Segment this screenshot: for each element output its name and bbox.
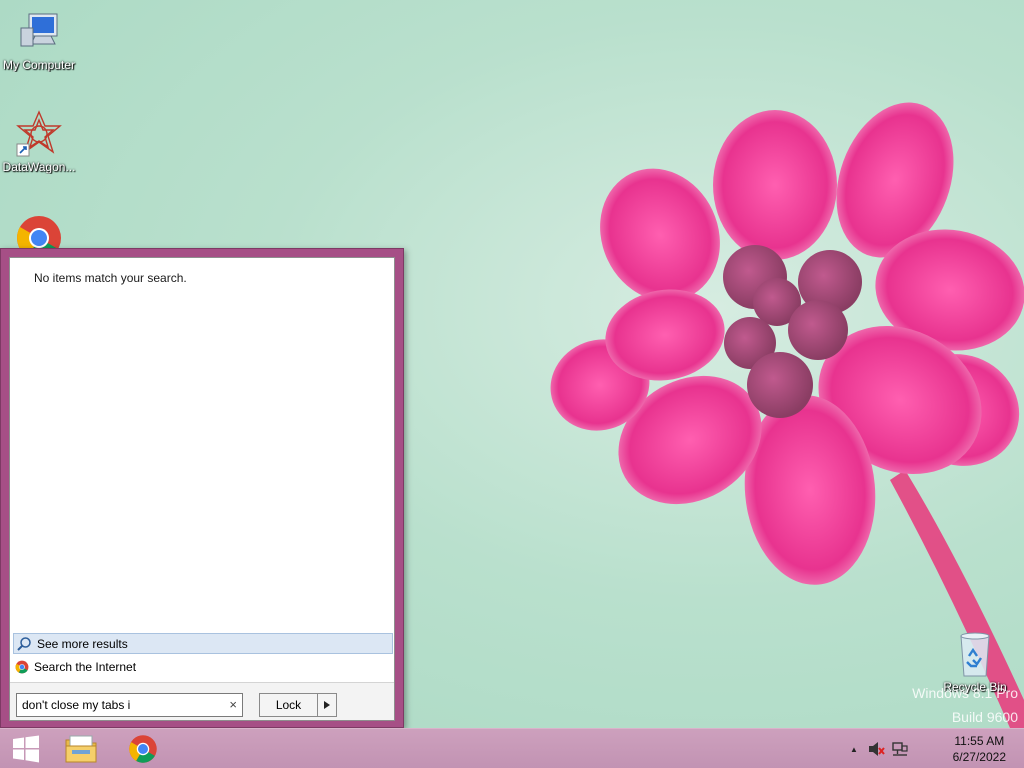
start-menu-panel: No items match your search. See more res… xyxy=(9,257,395,721)
chevron-right-icon xyxy=(324,701,330,709)
start-button[interactable] xyxy=(4,729,48,768)
start-icon xyxy=(13,735,39,763)
desktop-icon-label: My Computer xyxy=(2,58,76,72)
taskbar: ▲ 11:55 AM 6/27/2022 xyxy=(0,728,1024,768)
desktop-icon-label: DataWagon... xyxy=(2,160,76,174)
desktop-icon-datawagon[interactable]: DataWagon... xyxy=(0,110,78,174)
start-search-input[interactable] xyxy=(22,696,217,714)
no-results-message: No items match your search. xyxy=(34,271,187,285)
system-tray: ▲ xyxy=(850,729,908,768)
recycle-bin-icon xyxy=(960,632,990,677)
clear-search-icon[interactable]: × xyxy=(229,697,237,713)
os-watermark-edition: Windows 8.1 Pro xyxy=(912,685,1018,701)
computer-icon xyxy=(20,13,58,47)
power-options-arrow-button[interactable] xyxy=(317,693,337,717)
chrome-icon xyxy=(15,660,29,673)
see-more-results-item[interactable]: See more results xyxy=(13,633,393,654)
taskbar-chrome[interactable] xyxy=(120,729,166,768)
desktop-icon-my-computer[interactable]: My Computer xyxy=(0,8,78,72)
start-menu: No items match your search. See more res… xyxy=(0,248,404,728)
lock-button[interactable]: Lock xyxy=(259,693,318,717)
clock-time: 11:55 AM xyxy=(954,734,1005,748)
datawagon-icon xyxy=(16,110,62,157)
search-internet-label: Search the Internet xyxy=(34,659,137,674)
clock-date: 6/27/2022 xyxy=(952,750,1006,764)
taskbar-file-explorer[interactable] xyxy=(58,729,104,768)
show-hidden-icons-icon[interactable]: ▲ xyxy=(850,745,858,754)
search-internet-item[interactable]: Search the Internet xyxy=(13,656,393,677)
network-icon[interactable] xyxy=(892,741,908,757)
search-icon xyxy=(17,636,31,651)
see-more-results-label: See more results xyxy=(37,636,128,651)
volume-muted-icon[interactable] xyxy=(868,741,886,757)
chrome-icon xyxy=(129,735,157,763)
taskbar-clock[interactable]: 11:55 AM 6/27/2022 xyxy=(953,733,1006,765)
os-watermark-build: Build 9600 xyxy=(951,709,1018,725)
start-search-box: × xyxy=(16,693,243,717)
file-explorer-icon xyxy=(65,735,97,763)
start-menu-footer: × Lock xyxy=(10,682,394,720)
